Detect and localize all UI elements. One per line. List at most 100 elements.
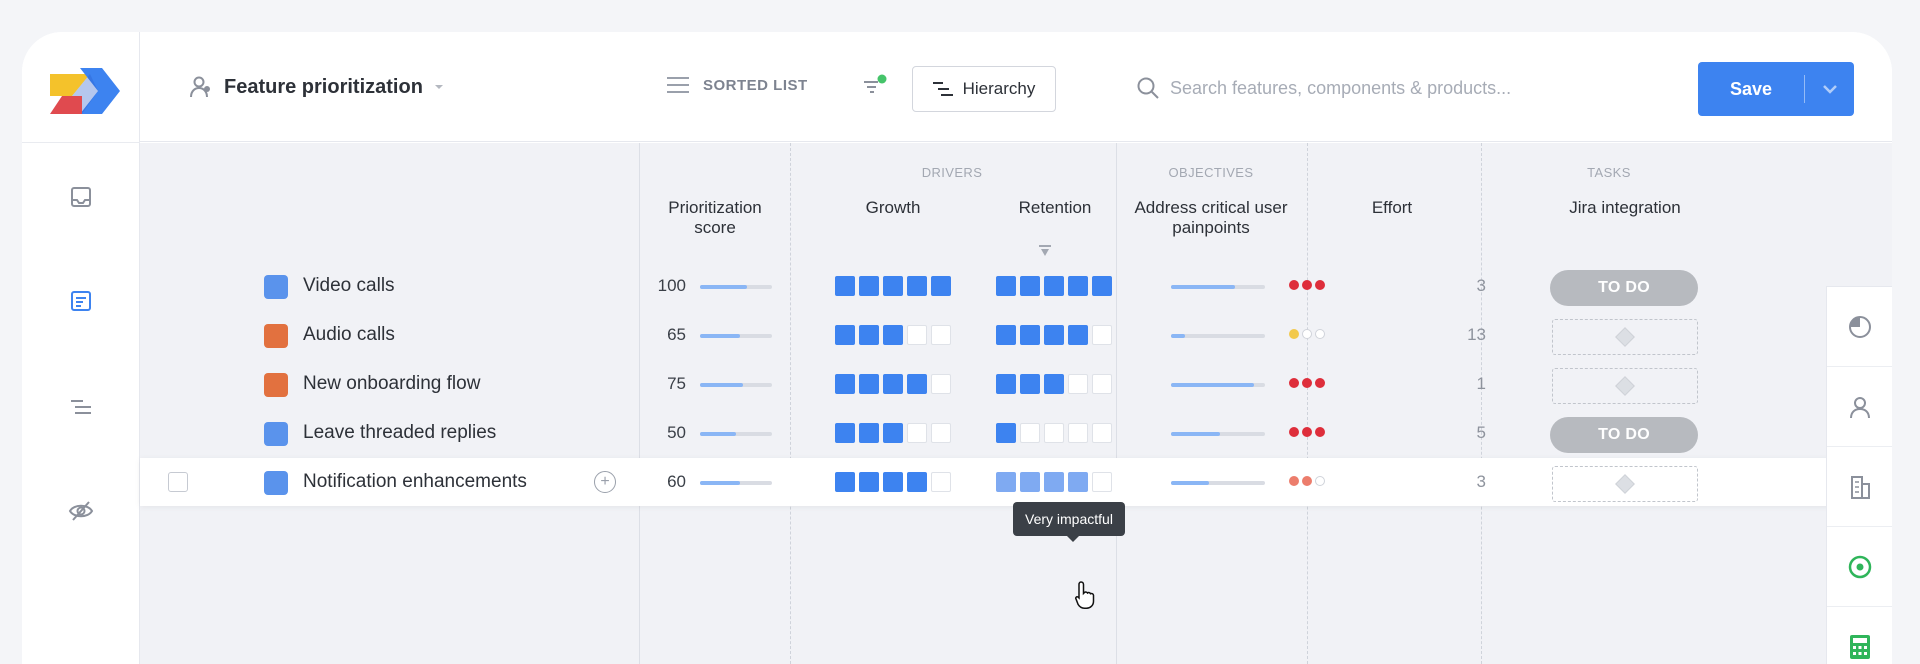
col-prioritization-score[interactable]: Prioritization score xyxy=(668,198,762,238)
rating-block[interactable] xyxy=(1020,374,1040,394)
jira-status-badge[interactable]: TO DO xyxy=(1550,270,1698,306)
rating-block[interactable] xyxy=(907,423,927,443)
list-icon[interactable] xyxy=(68,394,94,420)
row-checkbox[interactable] xyxy=(168,472,188,492)
rating-block[interactable] xyxy=(883,423,903,443)
rating-block[interactable] xyxy=(1092,325,1112,345)
rating-block[interactable] xyxy=(1068,472,1088,492)
effort-value[interactable]: 3 xyxy=(1446,458,1486,506)
save-options-chevron-icon[interactable] xyxy=(1805,84,1854,94)
rating-block[interactable] xyxy=(883,374,903,394)
search-input[interactable] xyxy=(1170,77,1570,99)
rating-block[interactable] xyxy=(859,374,879,394)
retention-rating[interactable] xyxy=(996,325,1112,345)
rating-block[interactable] xyxy=(883,472,903,492)
save-button[interactable]: Save xyxy=(1698,62,1854,116)
rating-block[interactable] xyxy=(996,472,1016,492)
filter-icon[interactable] xyxy=(862,74,888,100)
rating-block[interactable] xyxy=(1044,325,1064,345)
rating-block[interactable] xyxy=(1044,276,1064,296)
rating-block[interactable] xyxy=(996,374,1016,394)
table-row[interactable]: Leave threaded replies 50 5 TO DO xyxy=(140,409,1836,457)
col-effort[interactable]: Effort xyxy=(1372,198,1412,218)
table-row[interactable]: Video calls 100 3 TO DO xyxy=(140,262,1836,310)
jira-link-slot[interactable] xyxy=(1552,368,1698,404)
rating-block[interactable] xyxy=(931,472,951,492)
rating-block[interactable] xyxy=(996,325,1016,345)
feature-name[interactable]: Video calls xyxy=(303,262,395,310)
add-subfeature-icon[interactable]: + xyxy=(594,471,616,493)
rating-block[interactable] xyxy=(931,423,951,443)
growth-rating[interactable] xyxy=(835,276,951,296)
col-growth[interactable]: Growth xyxy=(866,198,921,218)
rating-block[interactable] xyxy=(996,423,1016,443)
table-row[interactable]: New onboarding flow 75 1 xyxy=(140,360,1836,408)
feature-name[interactable]: New onboarding flow xyxy=(303,360,480,408)
objective-importance[interactable] xyxy=(1289,476,1325,486)
objective-importance[interactable] xyxy=(1289,280,1325,290)
rating-block[interactable] xyxy=(835,276,855,296)
rating-block[interactable] xyxy=(907,472,927,492)
inbox-icon[interactable] xyxy=(68,184,94,210)
table-row[interactable]: Audio calls 65 13 xyxy=(140,311,1836,359)
rating-block[interactable] xyxy=(996,276,1016,296)
rating-block[interactable] xyxy=(1020,325,1040,345)
objective-importance[interactable] xyxy=(1289,427,1325,437)
rating-block[interactable] xyxy=(931,374,951,394)
rating-block[interactable] xyxy=(1092,276,1112,296)
rating-block[interactable] xyxy=(1068,374,1088,394)
effort-value[interactable]: 13 xyxy=(1446,311,1486,359)
rating-block[interactable] xyxy=(1092,374,1112,394)
feature-name[interactable]: Audio calls xyxy=(303,311,395,359)
rating-block[interactable] xyxy=(1092,472,1112,492)
rating-block[interactable] xyxy=(835,423,855,443)
rating-block[interactable] xyxy=(883,276,903,296)
rating-block[interactable] xyxy=(859,325,879,345)
objective-importance[interactable] xyxy=(1289,329,1325,339)
board-icon[interactable] xyxy=(68,288,94,314)
rating-block[interactable] xyxy=(1044,423,1064,443)
calculator-icon[interactable] xyxy=(1827,607,1892,664)
growth-rating[interactable] xyxy=(835,374,951,394)
effort-value[interactable]: 3 xyxy=(1446,262,1486,310)
hierarchy-button[interactable]: Hierarchy xyxy=(912,66,1056,112)
pie-chart-icon[interactable] xyxy=(1827,287,1892,367)
effort-value[interactable]: 1 xyxy=(1446,360,1486,408)
rating-block[interactable] xyxy=(1044,374,1064,394)
target-icon[interactable] xyxy=(1827,527,1892,607)
rating-block[interactable] xyxy=(835,325,855,345)
col-jira[interactable]: Jira integration xyxy=(1569,198,1681,218)
hidden-icon[interactable] xyxy=(68,498,94,524)
rating-block[interactable] xyxy=(907,374,927,394)
rating-block[interactable] xyxy=(1020,472,1040,492)
rating-block[interactable] xyxy=(1092,423,1112,443)
growth-rating[interactable] xyxy=(835,423,951,443)
retention-rating[interactable] xyxy=(996,374,1112,394)
jira-link-slot[interactable] xyxy=(1552,319,1698,355)
rating-block[interactable] xyxy=(859,423,879,443)
retention-rating[interactable] xyxy=(996,423,1112,443)
rating-block[interactable] xyxy=(859,276,879,296)
user-icon[interactable] xyxy=(1827,367,1892,447)
col-objective[interactable]: Address critical user painpoints xyxy=(1134,198,1287,238)
board-selector[interactable]: Feature prioritization xyxy=(188,74,445,100)
jira-link-slot[interactable] xyxy=(1552,466,1698,502)
col-retention[interactable]: Retention xyxy=(1019,198,1092,218)
rating-block[interactable] xyxy=(1068,423,1088,443)
rating-block[interactable] xyxy=(835,472,855,492)
sort-icon[interactable] xyxy=(1038,244,1052,258)
rating-block[interactable] xyxy=(931,276,951,296)
effort-value[interactable]: 5 xyxy=(1446,409,1486,457)
retention-rating[interactable] xyxy=(996,276,1112,296)
rating-block[interactable] xyxy=(883,325,903,345)
rating-block[interactable] xyxy=(859,472,879,492)
rating-block[interactable] xyxy=(1020,276,1040,296)
view-switcher[interactable]: SORTED LIST xyxy=(667,76,808,94)
rating-block[interactable] xyxy=(1020,423,1040,443)
rating-block[interactable] xyxy=(931,325,951,345)
feature-name[interactable]: Notification enhancements xyxy=(303,458,527,506)
retention-rating[interactable] xyxy=(996,472,1112,492)
growth-rating[interactable] xyxy=(835,325,951,345)
rating-block[interactable] xyxy=(907,276,927,296)
jira-status-badge[interactable]: TO DO xyxy=(1550,417,1698,453)
